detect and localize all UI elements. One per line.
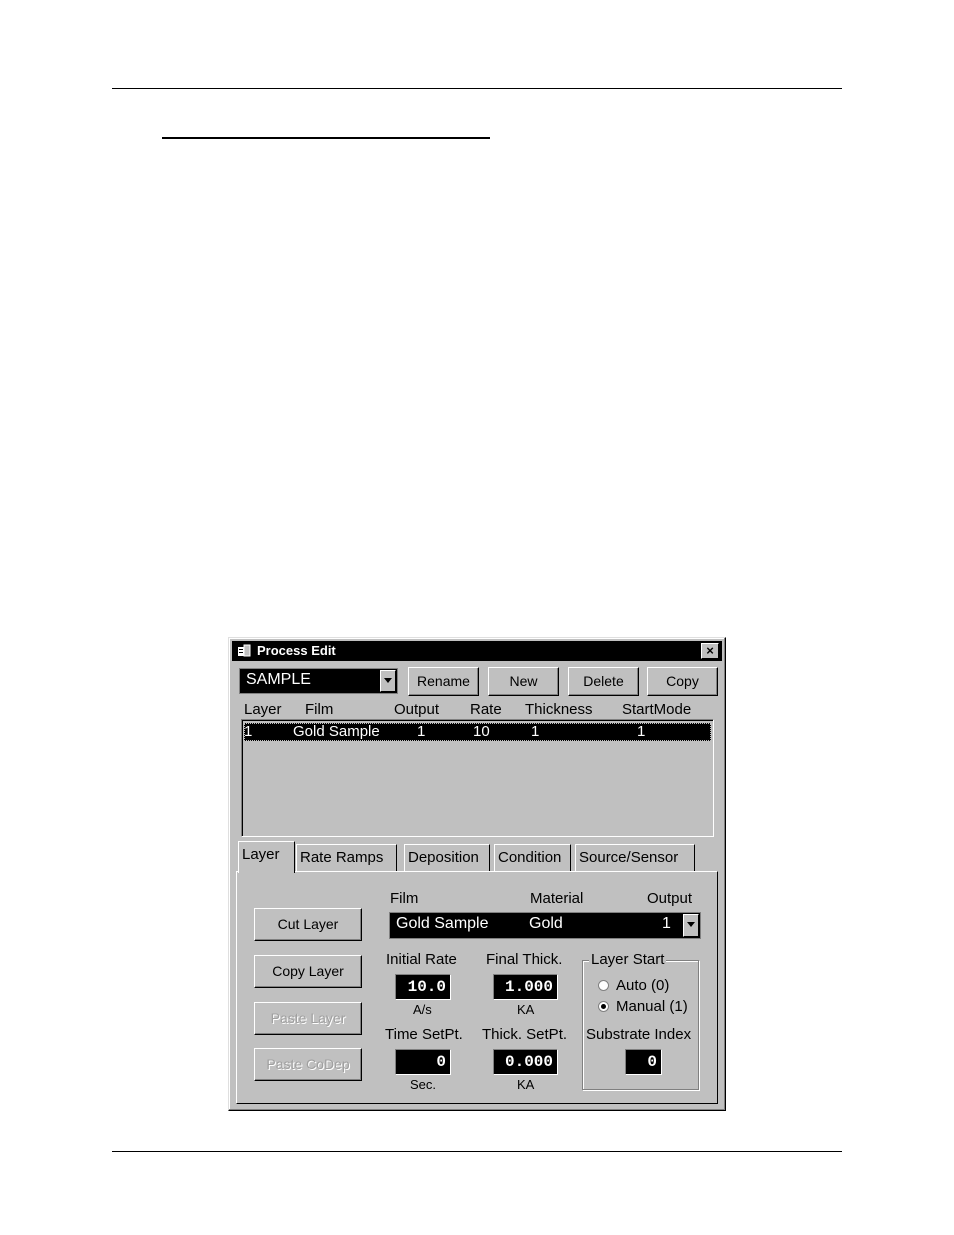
cell-startmode: 1 [637, 723, 646, 740]
copy-button[interactable]: Copy [647, 667, 718, 696]
cell-film: Gold Sample [293, 723, 380, 740]
page-top-rule [112, 88, 842, 89]
new-button[interactable]: New [488, 667, 559, 696]
film-label: Film [390, 890, 419, 907]
initial-rate-unit: A/s [413, 1002, 432, 1017]
material-label: Material [530, 890, 584, 907]
thick-setpt-label: Thick. SetPt. [482, 1026, 568, 1043]
app-icon [238, 644, 251, 657]
table-row[interactable]: 1 Gold Sample 1 10 1 1 [244, 723, 711, 741]
manual-radio[interactable] [598, 1001, 609, 1012]
close-button[interactable]: × [701, 643, 719, 659]
film-select[interactable]: Gold Sample Gold 1 [389, 912, 701, 939]
layer-start-label: Layer Start [589, 951, 667, 968]
cut-layer-button[interactable]: Cut Layer [254, 908, 362, 941]
close-icon: × [706, 643, 714, 658]
output-label: Output [647, 890, 693, 907]
manual-radio-label[interactable]: Manual (1) [616, 998, 688, 1015]
chevron-down-icon[interactable] [683, 914, 699, 937]
cell-output: 1 [417, 723, 426, 740]
substrate-index-label: Substrate Index [586, 1026, 692, 1043]
tab-deposition[interactable]: Deposition [404, 844, 490, 871]
tab-source-sensor[interactable]: Source/Sensor [575, 844, 695, 871]
title-bar[interactable]: Process Edit × [232, 641, 722, 661]
tab-condition[interactable]: Condition [494, 844, 571, 871]
delete-button[interactable]: Delete [568, 667, 639, 696]
thick-setpt-field[interactable]: 0.000 [493, 1049, 558, 1075]
final-thick-unit: KA [517, 1002, 535, 1017]
cell-layer: 1 [244, 723, 253, 740]
column-header-layer[interactable]: Layer [244, 701, 282, 718]
substrate-index-field[interactable]: 0 [625, 1049, 662, 1075]
layer-list[interactable]: 1 Gold Sample 1 10 1 1 [241, 719, 714, 837]
column-header-thickness[interactable]: Thickness [525, 701, 593, 718]
tab-layer[interactable]: Layer [238, 841, 295, 873]
process-select-value: SAMPLE [246, 671, 311, 688]
process-select[interactable]: SAMPLE [239, 668, 398, 694]
initial-rate-field[interactable]: 10.0 [395, 974, 451, 1000]
paste-codep-button[interactable]: Paste CoDep [254, 1048, 362, 1081]
tab-rate-ramps[interactable]: Rate Ramps [296, 844, 397, 871]
window-title: Process Edit [257, 643, 336, 658]
page-bottom-rule [112, 1151, 842, 1152]
film-select-output: 1 [662, 915, 671, 932]
rename-button[interactable]: Rename [408, 667, 479, 696]
auto-radio[interactable] [598, 980, 609, 991]
heading-underline [162, 137, 490, 139]
final-thick-field[interactable]: 1.000 [493, 974, 558, 1000]
thick-setpt-unit: KA [517, 1077, 535, 1092]
film-select-film: Gold Sample [396, 915, 489, 932]
copy-layer-button[interactable]: Copy Layer [254, 955, 362, 988]
cell-rate: 10 [473, 723, 490, 740]
column-header-rate[interactable]: Rate [470, 701, 502, 718]
cell-thickness: 1 [531, 723, 540, 740]
column-header-output[interactable]: Output [394, 701, 439, 718]
initial-rate-label: Initial Rate [386, 951, 457, 968]
auto-radio-label[interactable]: Auto (0) [616, 977, 669, 994]
column-header-film[interactable]: Film [305, 701, 333, 718]
time-setpt-unit: Sec. [410, 1077, 437, 1092]
time-setpt-label: Time SetPt. [385, 1026, 463, 1043]
paste-layer-button[interactable]: Paste Layer [254, 1002, 362, 1035]
film-select-material: Gold [529, 915, 563, 932]
final-thick-label: Final Thick. [486, 951, 563, 968]
time-setpt-field[interactable]: 0 [395, 1049, 451, 1075]
column-header-startmode[interactable]: StartMode [622, 701, 691, 718]
chevron-down-icon[interactable] [380, 670, 396, 692]
